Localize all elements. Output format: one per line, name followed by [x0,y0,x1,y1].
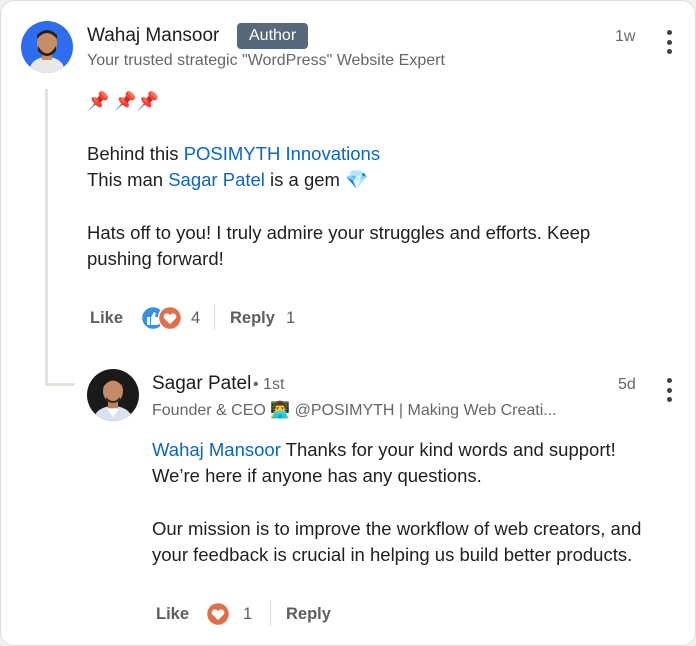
reply-reply-button[interactable]: Reply [286,605,331,624]
comment-like-button[interactable]: Like [90,309,123,328]
love-reaction-icon[interactable] [205,601,231,632]
comment-line-2-suffix: is a gem 💎 [264,169,369,190]
comment-timestamp: 1w [615,28,636,45]
comment-reply-count[interactable]: 1 [286,309,295,328]
actions-divider [214,304,215,330]
comment-line-2-text: This man [87,169,169,190]
reply-line-1-text: Thanks for your kind words and support! [280,439,616,460]
reply-more-icon[interactable] [664,378,674,402]
reply-connection-degree: • 1st [253,376,285,393]
sagar-mention-link[interactable]: Sagar Patel [168,169,265,190]
comment-line-2: This man Sagar Patel is a gem 💎 [87,167,368,193]
reply-line-3: Our mission is to improve the workflow o… [152,518,642,539]
posimyth-mention-link[interactable]: POSIMYTH Innovations [184,143,380,164]
wahaj-avatar[interactable] [21,21,73,73]
sagar-avatar[interactable] [87,369,139,421]
wahaj-mention-link[interactable]: Wahaj Mansoor [152,439,281,460]
comment-line-1-text: Behind this [87,143,184,164]
author-badge: Author [237,23,309,49]
comment-more-icon[interactable] [664,30,674,54]
comment-reply-button[interactable]: Reply [230,309,275,328]
reply-author-name[interactable]: Sagar Patel [152,373,251,395]
comment-paragraph-1: Hats off to you! I truly admire your str… [87,222,591,243]
reply-like-button[interactable]: Like [156,605,189,624]
reply-author-headline: Founder & CEO 👨‍💻 @POSIMYTH | Making Web… [152,402,557,419]
comment-reaction-count[interactable]: 4 [191,309,200,328]
comment-card: Wahaj Mansoor Author Your trusted strate… [0,0,696,646]
comment-line-1: Behind this POSIMYTH Innovations [87,141,380,167]
reactions-icon[interactable] [140,305,186,336]
reply-line-4: your feedback is crucial in helping us b… [152,544,633,565]
reply-actions-divider [270,600,271,626]
reply-line-2: We’re here if anyone has any questions. [152,465,482,486]
comment-emoji-line: 📌 📌📌 [87,91,160,111]
reply-timestamp: 5d [618,376,636,393]
comment-author-name[interactable]: Wahaj Mansoor [87,25,219,47]
thread-line [45,89,48,385]
reply-line-1: Wahaj Mansoor Thanks for your kind words… [152,437,616,463]
comment-paragraph-2: pushing forward! [87,248,224,269]
reply-reaction-count[interactable]: 1 [243,605,252,624]
comment-author-headline: Your trusted strategic "WordPress" Websi… [87,52,445,69]
thread-connector [45,383,75,386]
